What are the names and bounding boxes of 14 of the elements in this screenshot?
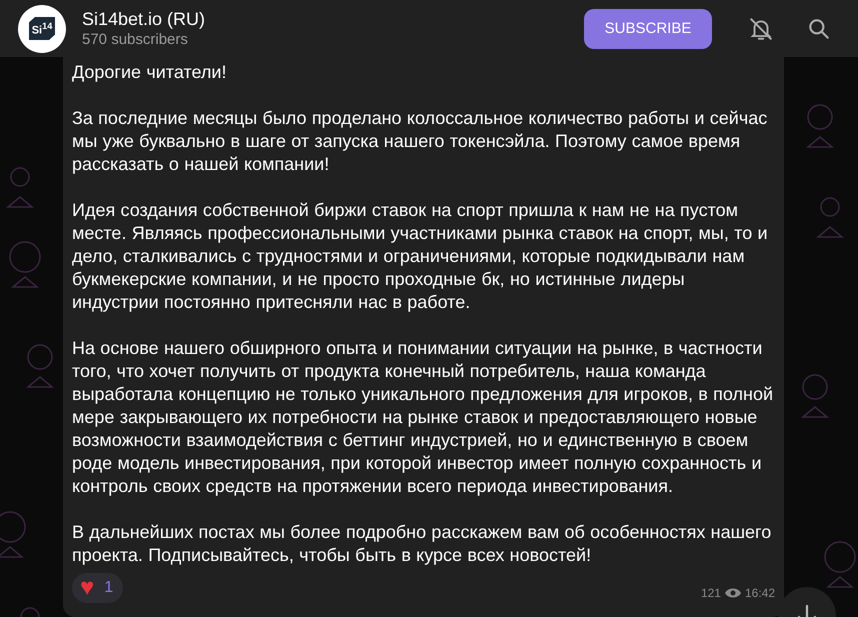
channel-avatar[interactable]: Si$^{14}$	[18, 4, 66, 52]
eye-icon	[724, 587, 741, 599]
message-paragraph: На основе нашего обширного опыта и понимании ситуации на рынке, в частности того, что хочет получить от продукта конечный потребитель, наша команда выработала концепцию не только уникального предложения для игроков, в полной мере закрывающего их потребности на рынке ставок и предоставляющего новые возможности взаимодействия с беттинг индустрией, но и единственную в своем роде модель инвестирования, при которой инвестор имеет полную сохранность и контроль своих средств на протяжении всего периода инвестирования.	[72, 337, 774, 498]
view-count: 121	[700, 586, 721, 600]
logo-mark: Si$^{14}$	[28, 16, 56, 40]
subscribe-button[interactable]: SUBSCRIBE	[584, 8, 712, 48]
message-paragraph: За последние месяцы было проделано колоссальное количество работы и сейчас мы уже буквально в шаге от запуска нашего токенсэйла. Поэтому самое время рассказать о нашей компании!	[72, 107, 768, 176]
channel-title: Si14bet.io (RU)	[82, 8, 206, 30]
message-time: 16:42	[744, 586, 775, 600]
message-paragraph: Дорогие читатели!	[72, 61, 228, 84]
message-paragraph: В дальнейших постах мы более подробно расскажем вам об особенностях нашего проекта. Подписывайтесь, чтобы быть в курсе всех новостей!	[72, 521, 772, 567]
subscriber-count: 570 subscribers	[82, 30, 189, 50]
reaction-chip[interactable]: ♥ 1	[72, 573, 124, 603]
message-paragraph: Идея создания собственной биржи ставок на спорт пришла к нам не на пустом месте. Являясь профессиональными участниками рынка ставок на спорт, мы, то и дело, сталкивались с трудностями и ограничениями, которые подкидывали нам букмекерские компании, и не просто проходные бк, но истинные лидеры индустрии постоянно притесняли нас в работе.	[72, 199, 769, 314]
